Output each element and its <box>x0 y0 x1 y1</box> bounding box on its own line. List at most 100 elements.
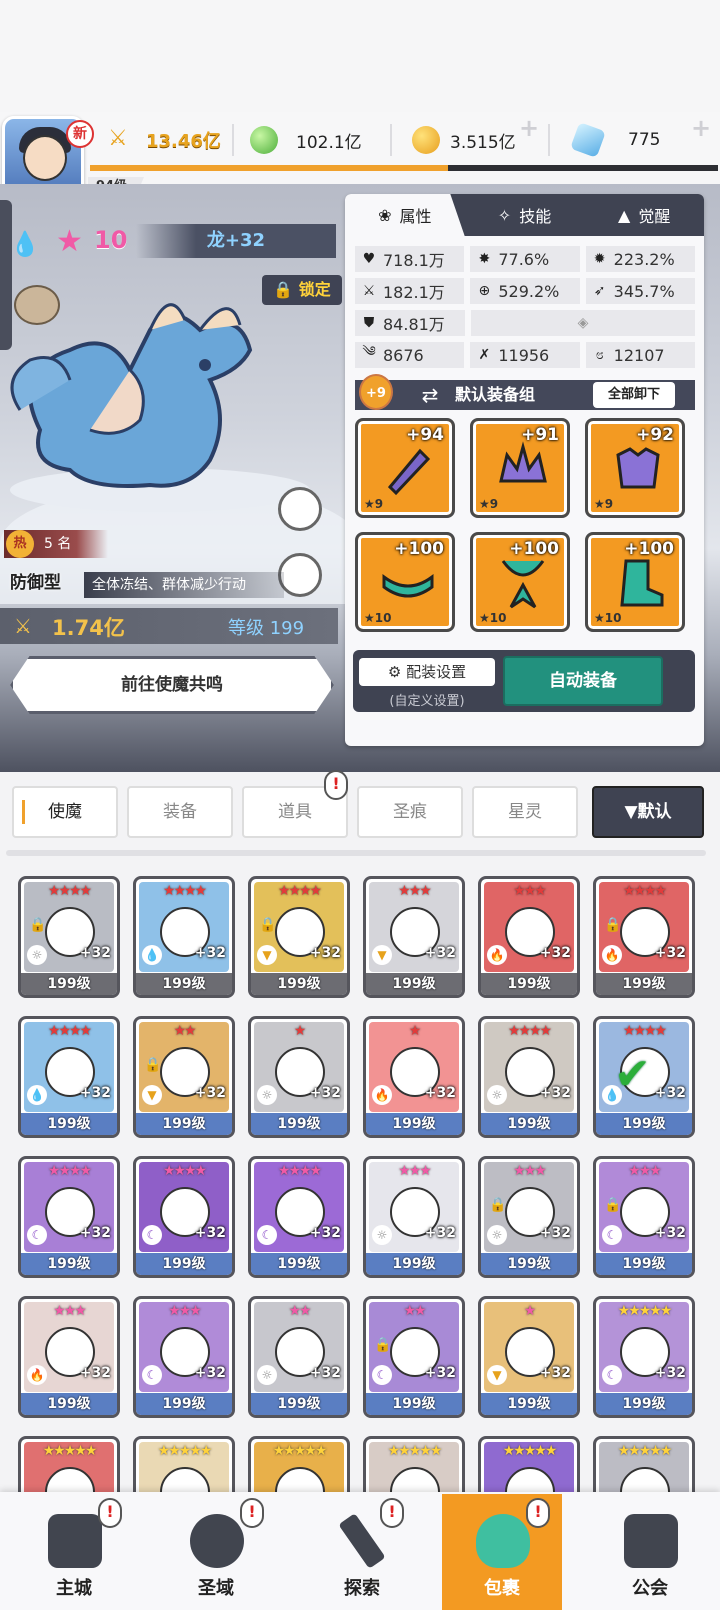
castle-icon <box>48 1514 102 1568</box>
pet-card[interactable]: ★ 🔥 +32 199级 <box>363 1016 465 1138</box>
pet-level: 199级 <box>596 1393 692 1415</box>
green-gem-value: 102.1亿 <box>296 132 362 153</box>
nav-explore[interactable]: 探索 <box>302 1494 422 1610</box>
bag-icon <box>476 1514 530 1568</box>
auto-equip-button[interactable]: 自动装备 <box>503 656 663 706</box>
element-icon: ☾ <box>142 1365 162 1385</box>
gear-slot[interactable]: +100 ★10 <box>355 532 455 632</box>
hero-type: 防御型 <box>10 573 61 593</box>
pet-card[interactable]: ★★★★ 🔒 ☼ +32 199级 <box>18 876 120 998</box>
sort-dropdown[interactable]: ▼默认 <box>592 786 704 838</box>
new-badge: 新 <box>66 120 94 148</box>
unequip-all-button[interactable]: 全部卸下 <box>593 382 675 408</box>
pet-card[interactable]: ★★★★ 🔒 🔥 +32 199级 <box>593 876 695 998</box>
pet-level: 199级 <box>251 1253 347 1275</box>
pet-level: 199级 <box>251 1393 347 1415</box>
pet-level: 199级 <box>481 1393 577 1415</box>
pet-enhance: +32 <box>539 1085 571 1101</box>
pet-level: 199级 <box>136 1393 232 1415</box>
element-icon: ☼ <box>487 1225 507 1245</box>
pet-enhance: +32 <box>539 1365 571 1381</box>
hero-power: 1.74亿 <box>52 616 125 640</box>
nav-guild[interactable]: 公会 <box>590 1494 710 1610</box>
pet-level: 199级 <box>366 1393 462 1415</box>
pet-enhance: +32 <box>309 945 341 961</box>
element-icon: ☼ <box>27 945 47 965</box>
gear-slot[interactable]: +92 ★9 <box>585 418 685 518</box>
pet-enhance: +32 <box>654 1225 686 1241</box>
scroll-track[interactable] <box>6 850 706 856</box>
tab-skills[interactable]: ✧ 技能 <box>465 194 585 236</box>
resonate-button[interactable]: 前往使魔共鸣 <box>10 656 334 714</box>
triangle-icon: ▲ <box>618 205 631 225</box>
pet-card[interactable]: ★★★ 🔥 +32 199级 <box>478 876 580 998</box>
switch-pet-button[interactable] <box>278 553 322 597</box>
view-pet-button[interactable] <box>278 487 322 531</box>
element-icon: ☾ <box>142 1225 162 1245</box>
pet-stars: ★★★★ <box>507 1023 552 1039</box>
pet-level: 199级 <box>136 1113 232 1135</box>
pet-card[interactable]: ★★★★ 💧 +32 199级 <box>18 1016 120 1138</box>
element-icon: 🔥 <box>602 945 622 965</box>
pet-card[interactable]: ★★ 🔒 ▼ +32 199级 <box>133 1016 235 1138</box>
pet-level: 199级 <box>481 1113 577 1135</box>
pet-card[interactable]: ★★★ 🔒 ☾ +32 199级 <box>593 1156 695 1278</box>
swirl-icon: ❀ <box>378 205 392 225</box>
pet-card[interactable]: ★★★ ☾ +32 199级 <box>133 1296 235 1418</box>
sunburst-icon: ✹ <box>593 251 606 267</box>
pet-card[interactable]: ★★★ ▼ +32 199级 <box>363 876 465 998</box>
pet-card[interactable]: ★★★★ ☾ +32 199级 <box>18 1156 120 1278</box>
pet-card[interactable]: ★★ ☼ +32 199级 <box>248 1296 350 1418</box>
pet-enhance: +32 <box>194 945 226 961</box>
sword-icon: ⚔ <box>362 283 376 299</box>
pet-card[interactable]: ★★★★ 🔒 ▼ +32 199级 <box>248 876 350 998</box>
nav-label: 主城 <box>56 1578 92 1599</box>
add-crystal-button[interactable]: + <box>690 116 712 140</box>
crossed-swords-icon: ⚔ <box>14 614 32 638</box>
lock-icon: 🔒 <box>374 1337 392 1353</box>
inv-tab-equipment[interactable]: 装备 <box>127 786 233 838</box>
gear-slot[interactable]: +100 ★10 <box>470 532 570 632</box>
add-gold-button[interactable]: + <box>518 116 540 140</box>
tab-attributes[interactable]: ❀ 属性 <box>345 194 465 236</box>
green-gem-display: 102.1亿 <box>250 122 362 158</box>
swap-arrows-icon[interactable]: ⇄ <box>415 380 445 410</box>
pet-card[interactable]: ★★★ 🔥 +32 199级 <box>18 1296 120 1418</box>
inv-tab-spirits[interactable]: 星灵 <box>472 786 578 838</box>
pet-level: 199级 <box>596 973 692 995</box>
stat-a-value: 11956 <box>498 345 550 365</box>
gear-enhance: +100 <box>509 539 559 559</box>
xp-bar-fill <box>90 165 448 171</box>
pet-card[interactable]: ★ ☼ +32 199级 <box>248 1016 350 1138</box>
pet-level: 199级 <box>21 1253 117 1275</box>
element-icon: ☾ <box>602 1225 622 1245</box>
outfit-settings-button[interactable]: ⚙ 配装设置 <box>359 658 495 686</box>
belt-icon <box>382 574 434 598</box>
stat-attack-value: 182.1万 <box>383 283 445 302</box>
nav-label: 圣域 <box>198 1578 234 1599</box>
pet-card[interactable]: ★★★★★ ☾ +32 199级 <box>593 1296 695 1418</box>
gear-slot[interactable]: +91 ★9 <box>470 418 570 518</box>
inv-tab-pets[interactable]: 使魔 <box>12 786 118 838</box>
lock-icon: 🔒 <box>604 1197 622 1213</box>
pet-card[interactable]: ★★★★ ☼ +32 199级 <box>478 1016 580 1138</box>
pet-card[interactable]: ★★★ ☼ +32 199级 <box>363 1156 465 1278</box>
inv-tab-stigma[interactable]: 圣痕 <box>357 786 463 838</box>
pet-enhance: +32 <box>79 1225 111 1241</box>
divider <box>232 124 234 156</box>
gear-slot[interactable]: +94 ★9 <box>355 418 455 518</box>
pet-card[interactable]: ★ ▼ +32 199级 <box>478 1296 580 1418</box>
alert-icon: ! <box>324 770 348 800</box>
pet-card[interactable]: ★★★★ 💧 +32 199级 <box>133 876 235 998</box>
shield-icon: ⛊ <box>363 315 375 331</box>
pet-card[interactable]: ★★★★ ☾ +32 199级 <box>133 1156 235 1278</box>
gear-slot[interactable]: +100 ★10 <box>585 532 685 632</box>
pet-card[interactable]: ★★ 🔒 ☾ +32 199级 <box>363 1296 465 1418</box>
tab-awaken[interactable]: ▲ 觉醒 <box>584 194 704 236</box>
pet-card[interactable]: ★★★★ ☾ +32 199级 <box>248 1156 350 1278</box>
lock-icon: 🔒 <box>144 1057 162 1073</box>
stat-grid: ♥ 718.1万 ✸ 77.6% ✹ 223.2% ⚔ 182.1万 ⊕ 529.2% ➶… <box>355 246 695 374</box>
pet-enhance: +32 <box>539 1225 571 1241</box>
pet-card[interactable]: ★★★★ ✔ 💧 +32 199级 <box>593 1016 695 1138</box>
pet-card[interactable]: ★★★ 🔒 ☼ +32 199级 <box>478 1156 580 1278</box>
